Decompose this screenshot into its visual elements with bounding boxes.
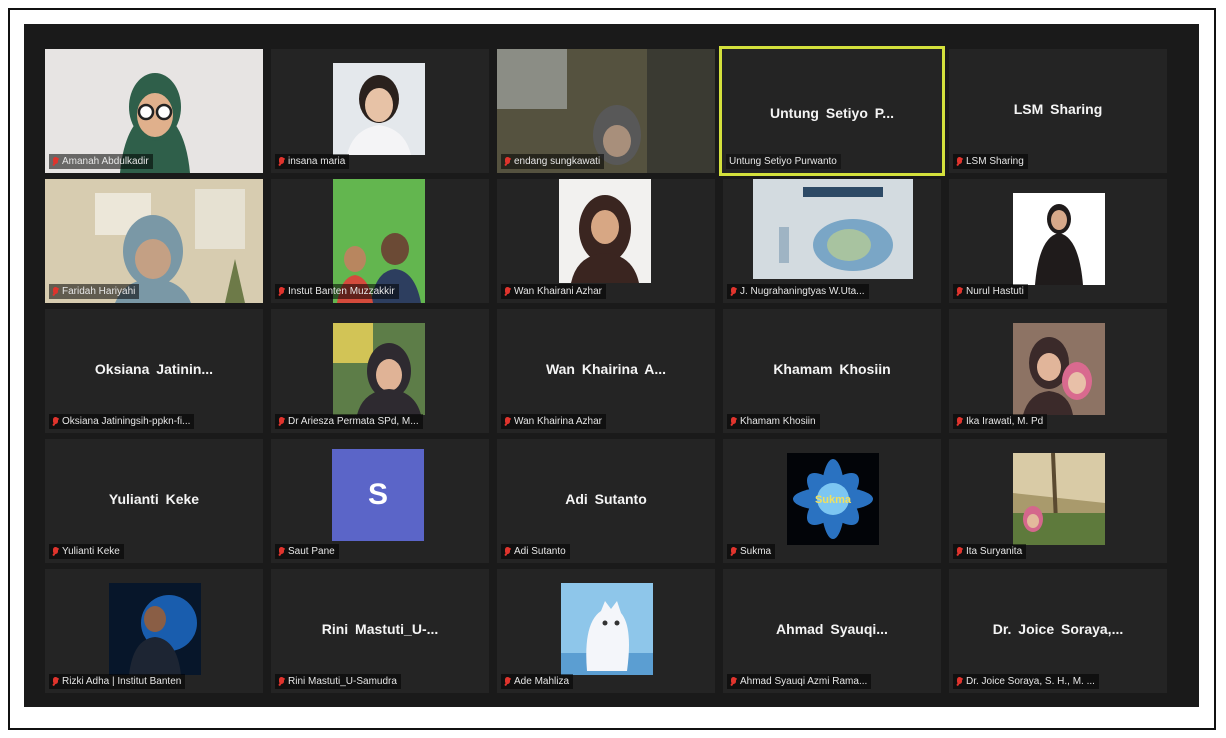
participant-name-label: Wan Khairina Azhar (501, 414, 607, 429)
participant-display-name: Yulianti Keke (108, 491, 200, 507)
participant-name-label: Faridah Hariyahi (49, 284, 140, 299)
participant-name-label: Ita Suryanita (953, 544, 1027, 559)
participant-tile[interactable]: Yulianti Keke Yulianti Keke (45, 439, 263, 563)
participant-display-name: Dr. Joice Soraya,... (992, 621, 1124, 637)
participant-name-label: Khamam Khosiin (727, 414, 820, 429)
participant-tile[interactable]: Wan Khairina A... Wan Khairina Azhar (497, 309, 715, 433)
participant-tile[interactable]: S Saut Pane (271, 439, 489, 563)
participant-tile[interactable]: Dr. Joice Soraya,... Dr. Joice Soraya, S… (949, 569, 1167, 693)
participant-avatar-image: Sukma (787, 453, 879, 545)
participant-name-label: Dr Ariesza Permata SPd, M... (275, 414, 423, 429)
participant-video (1013, 453, 1105, 545)
participant-name-label: Untung Setiyo Purwanto (726, 154, 841, 169)
avatar-text: Sukma (815, 494, 852, 506)
mic-muted-icon (956, 546, 963, 557)
participant-tile[interactable]: J. Nugrahaningtyas W.Uta... (723, 179, 941, 303)
participant-tile[interactable]: Instut Banten Muzzakkir (271, 179, 489, 303)
participant-display-name: Adi Sutanto (565, 491, 647, 507)
participant-tile[interactable]: Ahmad Syauqi... Ahmad Syauqi Azmi Rama..… (723, 569, 941, 693)
participant-name-label: Ika Irawati, M. Pd (953, 414, 1048, 429)
mic-muted-icon (278, 546, 285, 557)
participant-video (753, 179, 913, 279)
mic-muted-icon (730, 546, 737, 557)
participant-video (333, 323, 425, 415)
participant-name-label: Instut Banten Muzzakkir (275, 284, 399, 299)
mic-muted-icon (730, 676, 737, 687)
participant-video (109, 583, 201, 675)
mic-muted-icon (956, 286, 963, 297)
gallery-view: Amanah Abdulkadir insana maria endang su… (24, 24, 1199, 707)
mic-muted-icon (730, 286, 737, 297)
participant-name-label: Adi Sutanto (501, 544, 570, 559)
participant-tile[interactable]: LSM Sharing LSM Sharing (949, 49, 1167, 173)
participant-tile[interactable]: Oksiana Jatinin... Oksiana Jatiningsih-p… (45, 309, 263, 433)
mic-muted-icon (956, 676, 963, 687)
participant-tile[interactable]: Sukma Sukma (723, 439, 941, 563)
participant-name-label: Amanah Abdulkadir (49, 154, 153, 169)
participant-tile[interactable]: Wan Khairani Azhar (497, 179, 715, 303)
participant-display-name: Wan Khairina A... (545, 361, 667, 377)
mic-muted-icon (730, 416, 737, 427)
participant-name-label: Saut Pane (275, 544, 339, 559)
mic-muted-icon (52, 416, 59, 427)
participant-name-label: endang sungkawati (501, 154, 605, 169)
participant-name-label: LSM Sharing (953, 154, 1028, 169)
mic-muted-icon (956, 416, 963, 427)
participant-tile[interactable]: Dr Ariesza Permata SPd, M... (271, 309, 489, 433)
participant-display-name: Oksiana Jatinin... (94, 361, 214, 377)
mic-muted-icon (52, 156, 59, 167)
participant-name-label: Rizki Adha | Institut Banten (49, 674, 186, 689)
participant-name-label: Dr. Joice Soraya, S. H., M. ... (953, 674, 1099, 689)
participant-name-label: Wan Khairani Azhar (501, 284, 607, 299)
participant-name-label: Yulianti Keke (49, 544, 124, 559)
participant-video (1013, 323, 1105, 415)
mic-muted-icon (52, 286, 59, 297)
participant-name-label: Nurul Hastuti (953, 284, 1028, 299)
mic-muted-icon (956, 156, 963, 167)
participant-tile[interactable]: Adi Sutanto Adi Sutanto (497, 439, 715, 563)
participant-tile-active-speaker[interactable]: Untung Setiyo P... Untung Setiyo Purwant… (719, 46, 945, 176)
participant-tile[interactable]: Rini Mastuti_U-... Rini Mastuti_U-Samudr… (271, 569, 489, 693)
participant-name-label: insana maria (275, 154, 350, 169)
participant-display-name: LSM Sharing (1013, 101, 1103, 117)
participant-name-label: Rini Mastuti_U-Samudra (275, 674, 401, 689)
mic-muted-icon (504, 286, 511, 297)
mic-muted-icon (504, 156, 511, 167)
participant-tile[interactable]: Ita Suryanita (949, 439, 1167, 563)
participant-video (333, 63, 425, 155)
participant-display-name: Rini Mastuti_U-... (321, 621, 439, 637)
participant-video (1013, 193, 1105, 285)
participant-name-label: Ade Mahliza (501, 674, 574, 689)
avatar: S (332, 449, 424, 541)
participant-tile[interactable]: Amanah Abdulkadir (45, 49, 263, 173)
participant-display-name: Khamam Khosiin (773, 361, 891, 377)
participant-video (559, 179, 651, 283)
participant-tile[interactable]: Khamam Khosiin Khamam Khosiin (723, 309, 941, 433)
mic-muted-icon (278, 286, 285, 297)
participant-tile[interactable]: endang sungkawati (497, 49, 715, 173)
participant-display-name: Ahmad Syauqi... (776, 621, 888, 637)
participant-name-label: Oksiana Jatiningsih-ppkn-fi... (49, 414, 195, 429)
participant-tile[interactable]: Faridah Hariyahi (45, 179, 263, 303)
participant-tile[interactable]: Ade Mahliza (497, 569, 715, 693)
participant-name-label: Ahmad Syauqi Azmi Rama... (727, 674, 872, 689)
mic-muted-icon (504, 676, 511, 687)
mic-muted-icon (504, 546, 511, 557)
participant-name-label: J. Nugrahaningtyas W.Uta... (727, 284, 869, 299)
participant-video (561, 583, 653, 675)
mic-muted-icon (504, 416, 511, 427)
mic-muted-icon (278, 156, 285, 167)
mic-muted-icon (278, 416, 285, 427)
participant-tile[interactable]: Ika Irawati, M. Pd (949, 309, 1167, 433)
mic-muted-icon (52, 676, 59, 687)
participant-tile[interactable]: Nurul Hastuti (949, 179, 1167, 303)
participant-name-label: Sukma (727, 544, 776, 559)
mic-muted-icon (52, 546, 59, 557)
mic-muted-icon (278, 676, 285, 687)
participant-tile[interactable]: insana maria (271, 49, 489, 173)
participant-display-name: Untung Setiyo P... (770, 105, 894, 121)
participant-tile[interactable]: Rizki Adha | Institut Banten (45, 569, 263, 693)
